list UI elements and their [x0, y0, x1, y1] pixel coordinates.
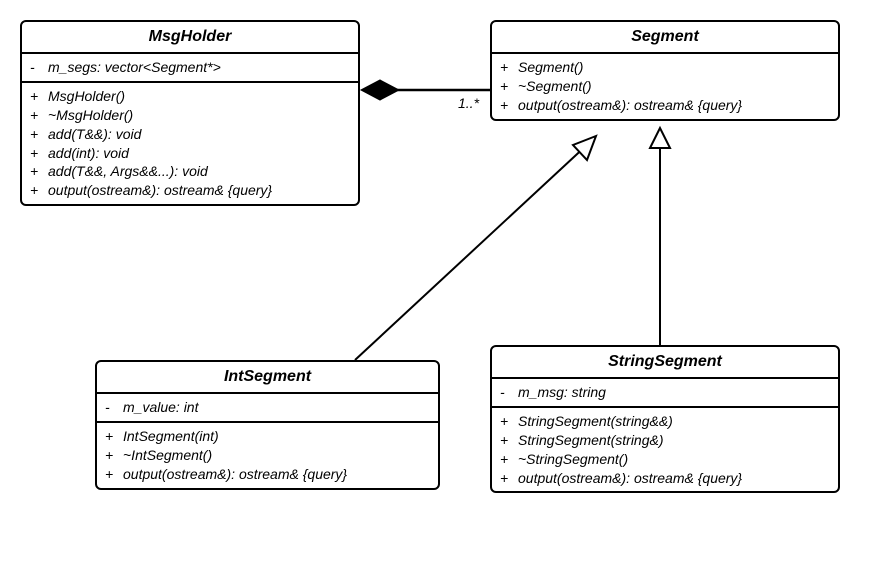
multiplicity-label: 1..* — [458, 95, 479, 111]
operation-row: + add(int): void — [30, 144, 350, 163]
visibility: + — [30, 87, 48, 106]
operation-text: add(T&&): void — [48, 125, 141, 144]
attribute-row: - m_msg: string — [500, 383, 830, 402]
class-msgholder: MsgHolder - m_segs: vector<Segment*> + M… — [20, 20, 360, 206]
operation-text: Segment() — [518, 58, 583, 77]
class-intsegment: IntSegment - m_value: int + IntSegment(i… — [95, 360, 440, 490]
visibility: + — [30, 125, 48, 144]
class-title: MsgHolder — [22, 22, 358, 54]
attributes-section: - m_msg: string — [492, 379, 838, 408]
visibility: + — [500, 450, 518, 469]
attribute-text: m_msg: string — [518, 383, 606, 402]
visibility: + — [30, 162, 48, 181]
attribute-text: m_value: int — [123, 398, 198, 417]
operation-row: + ~Segment() — [500, 77, 830, 96]
operations-section: + Segment() + ~Segment() + output(ostrea… — [492, 54, 838, 119]
operation-row: + MsgHolder() — [30, 87, 350, 106]
visibility: + — [500, 412, 518, 431]
operation-row: + ~MsgHolder() — [30, 106, 350, 125]
operation-text: IntSegment(int) — [123, 427, 219, 446]
operation-text: ~IntSegment() — [123, 446, 212, 465]
visibility: + — [105, 465, 123, 484]
operation-text: MsgHolder() — [48, 87, 125, 106]
relation-inheritance-stringsegment — [650, 128, 670, 345]
operation-row: + Segment() — [500, 58, 830, 77]
operation-text: output(ostream&): ostream& {query} — [518, 469, 742, 488]
attribute-row: - m_value: int — [105, 398, 430, 417]
class-segment: Segment + Segment() + ~Segment() + outpu… — [490, 20, 840, 121]
visibility: + — [30, 144, 48, 163]
relation-inheritance-intsegment — [355, 136, 596, 360]
operation-row: + StringSegment(string&&) — [500, 412, 830, 431]
operation-row: + output(ostream&): ostream& {query} — [500, 96, 830, 115]
visibility: - — [105, 398, 123, 417]
visibility: + — [500, 431, 518, 450]
operation-row: + add(T&&): void — [30, 125, 350, 144]
operation-text: output(ostream&): ostream& {query} — [123, 465, 347, 484]
operation-text: add(T&&, Args&&...): void — [48, 162, 208, 181]
operation-text: ~MsgHolder() — [48, 106, 133, 125]
attributes-section: - m_value: int — [97, 394, 438, 423]
operation-row: + ~StringSegment() — [500, 450, 830, 469]
operations-section: + IntSegment(int) + ~IntSegment() + outp… — [97, 423, 438, 488]
operation-row: + ~IntSegment() — [105, 446, 430, 465]
operation-row: + IntSegment(int) — [105, 427, 430, 446]
class-title: IntSegment — [97, 362, 438, 394]
visibility: + — [105, 446, 123, 465]
class-title: Segment — [492, 22, 838, 54]
operation-text: StringSegment(string&&) — [518, 412, 673, 431]
visibility: + — [500, 58, 518, 77]
visibility: + — [500, 96, 518, 115]
visibility: + — [500, 77, 518, 96]
class-stringsegment: StringSegment - m_msg: string + StringSe… — [490, 345, 840, 493]
operation-text: output(ostream&): ostream& {query} — [48, 181, 272, 200]
attribute-text: m_segs: vector<Segment*> — [48, 58, 221, 77]
operation-text: StringSegment(string&) — [518, 431, 664, 450]
operation-text: add(int): void — [48, 144, 129, 163]
operation-row: + StringSegment(string&) — [500, 431, 830, 450]
visibility: - — [500, 383, 518, 402]
operation-text: ~Segment() — [518, 77, 592, 96]
visibility: + — [105, 427, 123, 446]
operations-section: + MsgHolder() + ~MsgHolder() + add(T&&):… — [22, 83, 358, 204]
visibility: + — [30, 181, 48, 200]
attributes-section: - m_segs: vector<Segment*> — [22, 54, 358, 83]
operation-row: + output(ostream&): ostream& {query} — [30, 181, 350, 200]
visibility: + — [500, 469, 518, 488]
attribute-row: - m_segs: vector<Segment*> — [30, 58, 350, 77]
operations-section: + StringSegment(string&&) + StringSegmen… — [492, 408, 838, 492]
visibility: - — [30, 58, 48, 77]
visibility: + — [30, 106, 48, 125]
operation-row: + add(T&&, Args&&...): void — [30, 162, 350, 181]
operation-row: + output(ostream&): ostream& {query} — [105, 465, 430, 484]
operation-row: + output(ostream&): ostream& {query} — [500, 469, 830, 488]
operation-text: ~StringSegment() — [518, 450, 628, 469]
class-title: StringSegment — [492, 347, 838, 379]
operation-text: output(ostream&): ostream& {query} — [518, 96, 742, 115]
